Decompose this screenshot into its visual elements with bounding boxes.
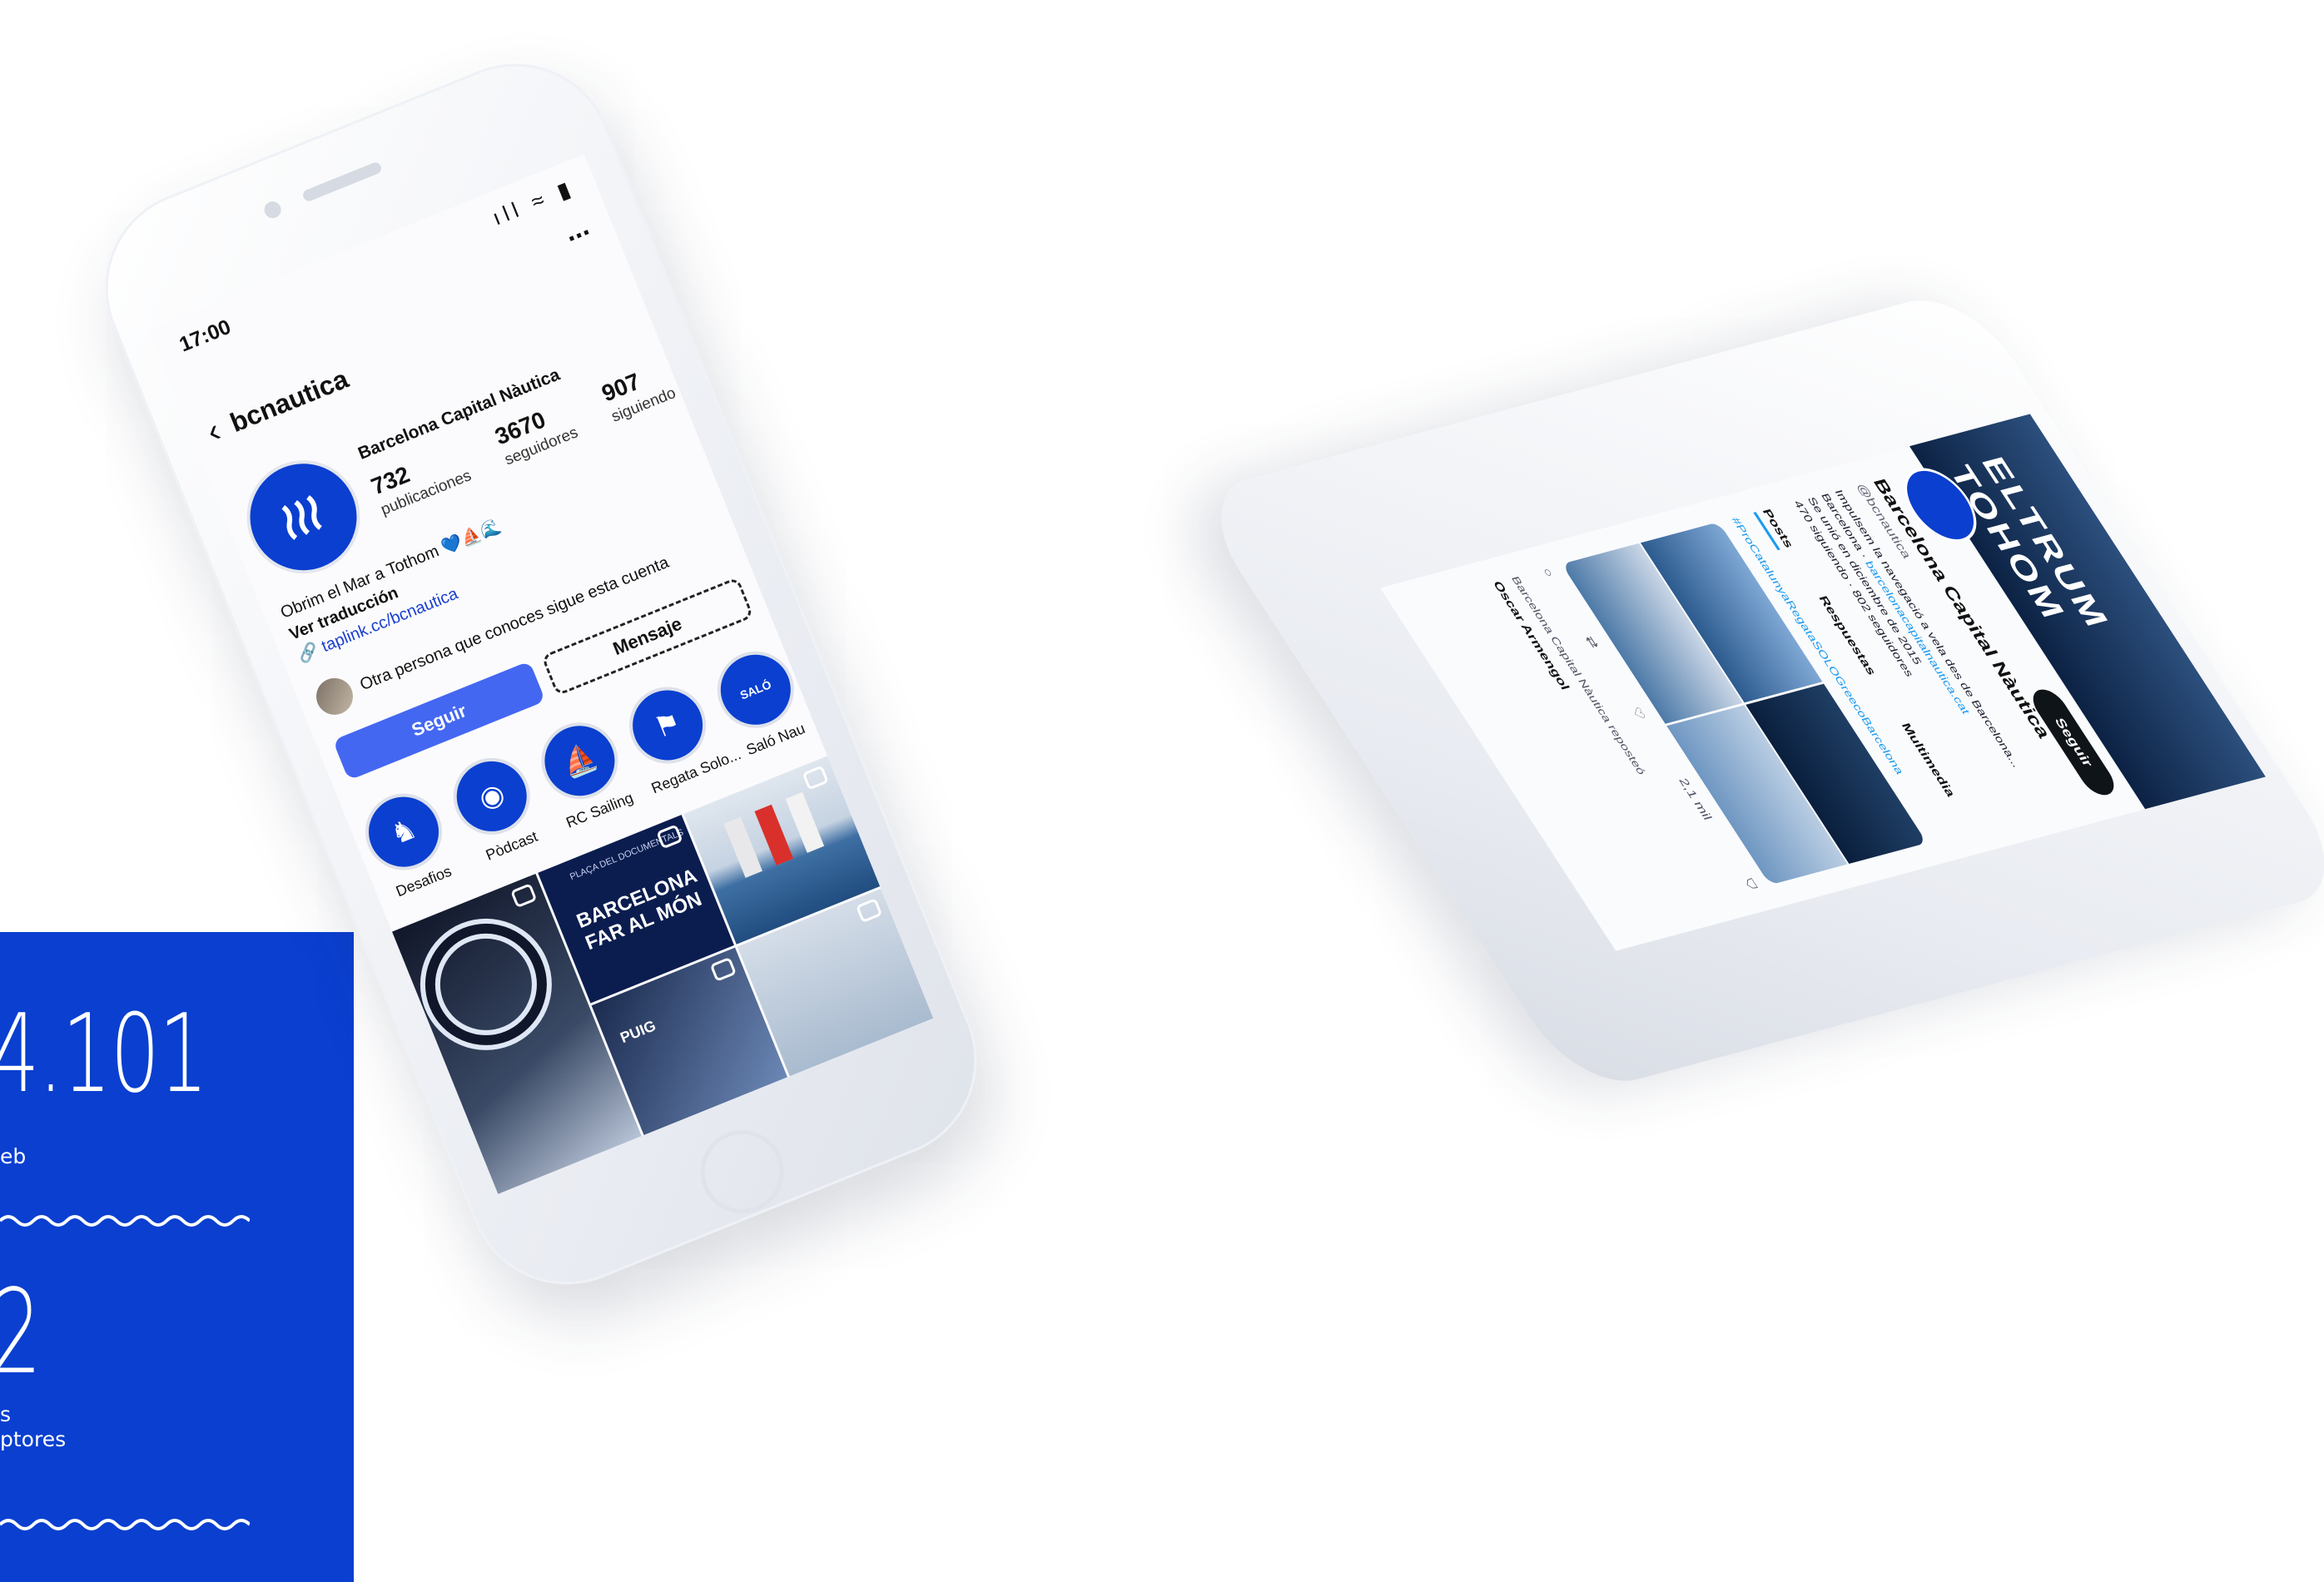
highlight-podcast[interactable]: ◉ Pòdcast — [441, 746, 551, 869]
sail-graphic — [754, 804, 793, 865]
stat-value-visits: 4.101 — [0, 990, 208, 1117]
stat-label-visits: eb — [0, 1144, 27, 1168]
sail-graphic — [723, 816, 762, 878]
post-title: PUIG — [618, 1016, 658, 1046]
swirl-graphic — [420, 918, 553, 1051]
highlight-regata-solo[interactable]: ⚑ Regata Solo... — [618, 675, 743, 798]
more-options-icon[interactable]: ... — [559, 210, 593, 248]
status-time: 17:00 — [176, 315, 235, 357]
stat-value-subscribers: 2 — [0, 1265, 42, 1401]
bcn-logo-icon — [281, 495, 322, 540]
reel-icon — [855, 897, 883, 923]
profile-handle: bcnautica — [226, 363, 353, 439]
reel-icon — [709, 956, 737, 982]
reply-icon[interactable]: ○ — [1537, 567, 1556, 578]
mutual-avatar — [310, 672, 359, 721]
wave-divider-2 — [0, 1519, 250, 1530]
following-count[interactable]: 907 siguiendo — [598, 358, 680, 429]
profile-nav: ‹ bcnautica — [201, 360, 355, 454]
repost-icon[interactable]: ⇄ — [1582, 634, 1602, 650]
stats-panel: 4.101 eb 2 s ptores — [0, 932, 354, 1582]
stat-label-line2: ptores — [0, 1427, 67, 1451]
stat-label-line1: s — [0, 1402, 12, 1426]
avatar[interactable] — [229, 443, 378, 591]
post-title: BARCELONA FAR AL MÓN — [574, 865, 705, 955]
back-icon[interactable]: ‹ — [201, 412, 226, 450]
reel-icon — [802, 765, 829, 791]
tab-posts[interactable]: Posts — [1753, 508, 1796, 551]
wave-divider-1 — [0, 1215, 250, 1227]
phone-twitter: ELTRUM TOHOM Seguir Barcelona Capital Nà… — [1189, 0, 2324, 1298]
reel-icon — [510, 883, 538, 909]
highlight-rc-sailing[interactable]: ⛵ RC Sailing — [529, 711, 639, 833]
sail-graphic — [785, 791, 824, 853]
bookmark-icon[interactable]: ⛉ — [1740, 877, 1760, 891]
like-icon[interactable]: ♡ — [1628, 706, 1650, 722]
followers-count[interactable]: 3670 seguidores — [491, 398, 583, 473]
